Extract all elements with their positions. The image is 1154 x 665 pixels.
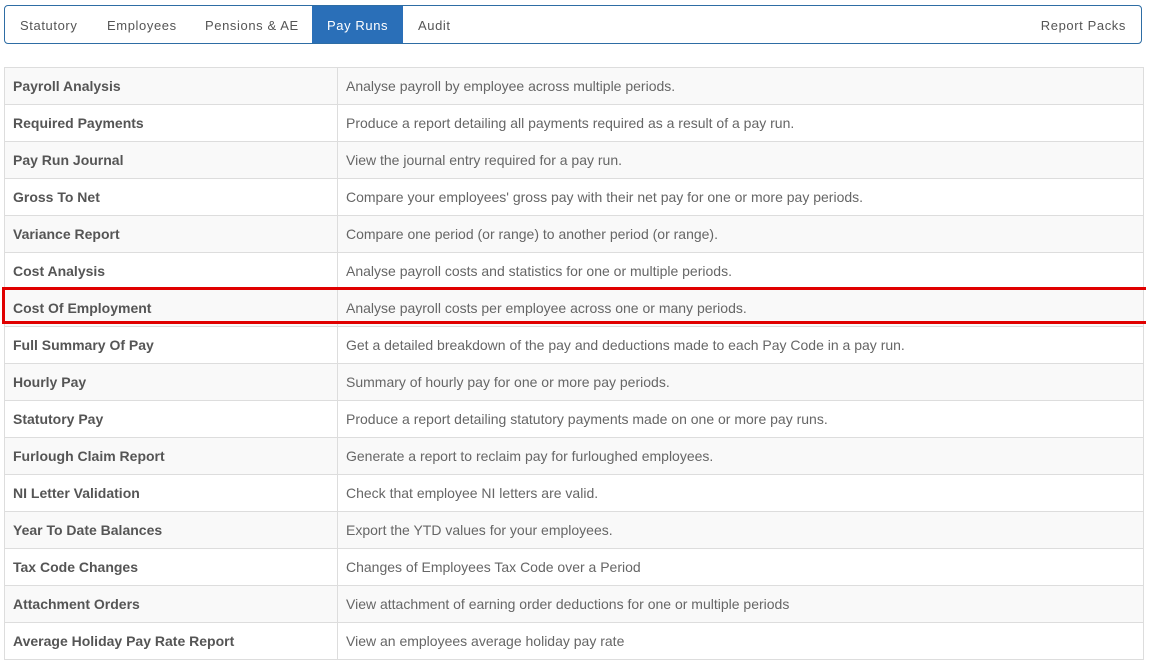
report-category-tabs: Statutory Employees Pensions & AE Pay Ru… bbox=[4, 5, 1142, 44]
tab-employees[interactable]: Employees bbox=[92, 6, 192, 43]
report-description: View attachment of earning order deducti… bbox=[337, 585, 1144, 623]
report-name[interactable]: Full Summary Of Pay bbox=[4, 326, 338, 364]
report-description: Summary of hourly pay for one or more pa… bbox=[337, 363, 1144, 401]
report-description: View an employees average holiday pay ra… bbox=[337, 622, 1144, 660]
table-row[interactable]: Average Holiday Pay Rate Report View an … bbox=[4, 622, 1144, 660]
tab-statutory[interactable]: Statutory bbox=[5, 6, 92, 43]
table-row[interactable]: NI Letter Validation Check that employee… bbox=[4, 474, 1144, 512]
report-description: Analyse payroll costs per employee acros… bbox=[337, 289, 1144, 327]
report-name[interactable]: Pay Run Journal bbox=[4, 141, 338, 179]
report-description: Compare your employees' gross pay with t… bbox=[337, 178, 1144, 216]
table-row[interactable]: Payroll Analysis Analyse payroll by empl… bbox=[4, 67, 1144, 105]
table-row[interactable]: Tax Code Changes Changes of Employees Ta… bbox=[4, 548, 1144, 586]
report-name[interactable]: NI Letter Validation bbox=[4, 474, 338, 512]
report-name[interactable]: Cost Of Employment bbox=[4, 289, 338, 327]
report-name[interactable]: Attachment Orders bbox=[4, 585, 338, 623]
report-name[interactable]: Hourly Pay bbox=[4, 363, 338, 401]
table-row[interactable]: Required Payments Produce a report detai… bbox=[4, 104, 1144, 142]
report-name[interactable]: Required Payments bbox=[4, 104, 338, 142]
tab-pensions-ae[interactable]: Pensions & AE bbox=[190, 6, 314, 43]
report-description: Get a detailed breakdown of the pay and … bbox=[337, 326, 1144, 364]
report-name[interactable]: Gross To Net bbox=[4, 178, 338, 216]
table-row[interactable]: Gross To Net Compare your employees' gro… bbox=[4, 178, 1144, 216]
table-row[interactable]: Year To Date Balances Export the YTD val… bbox=[4, 511, 1144, 549]
reports-table: Payroll Analysis Analyse payroll by empl… bbox=[4, 67, 1144, 660]
report-description: Changes of Employees Tax Code over a Per… bbox=[337, 548, 1144, 586]
table-row[interactable]: Variance Report Compare one period (or r… bbox=[4, 215, 1144, 253]
report-name[interactable]: Tax Code Changes bbox=[4, 548, 338, 586]
report-description: Generate a report to reclaim pay for fur… bbox=[337, 437, 1144, 475]
report-name[interactable]: Average Holiday Pay Rate Report bbox=[4, 622, 338, 660]
table-row[interactable]: Pay Run Journal View the journal entry r… bbox=[4, 141, 1144, 179]
table-row[interactable]: Full Summary Of Pay Get a detailed break… bbox=[4, 326, 1144, 364]
report-name[interactable]: Statutory Pay bbox=[4, 400, 338, 438]
scroll-gutter bbox=[1146, 0, 1154, 665]
table-row[interactable]: Hourly Pay Summary of hourly pay for one… bbox=[4, 363, 1144, 401]
table-row[interactable]: Cost Analysis Analyse payroll costs and … bbox=[4, 252, 1144, 290]
report-name[interactable]: Cost Analysis bbox=[4, 252, 338, 290]
report-name[interactable]: Furlough Claim Report bbox=[4, 437, 338, 475]
report-description: Export the YTD values for your employees… bbox=[337, 511, 1144, 549]
tab-pay-runs[interactable]: Pay Runs bbox=[312, 6, 404, 43]
report-name[interactable]: Payroll Analysis bbox=[4, 67, 338, 105]
table-row[interactable]: Attachment Orders View attachment of ear… bbox=[4, 585, 1144, 623]
report-description: Analyse payroll costs and statistics for… bbox=[337, 252, 1144, 290]
report-description: Produce a report detailing all payments … bbox=[337, 104, 1144, 142]
report-description: View the journal entry required for a pa… bbox=[337, 141, 1144, 179]
tab-audit[interactable]: Audit bbox=[403, 6, 466, 43]
table-row[interactable]: Furlough Claim Report Generate a report … bbox=[4, 437, 1144, 475]
report-description: Analyse payroll by employee across multi… bbox=[337, 67, 1144, 105]
table-row[interactable]: Statutory Pay Produce a report detailing… bbox=[4, 400, 1144, 438]
report-description: Compare one period (or range) to another… bbox=[337, 215, 1144, 253]
report-name[interactable]: Variance Report bbox=[4, 215, 338, 253]
report-description: Check that employee NI letters are valid… bbox=[337, 474, 1144, 512]
report-packs-link[interactable]: Report Packs bbox=[1026, 6, 1141, 43]
table-row[interactable]: Cost Of Employment Analyse payroll costs… bbox=[4, 289, 1144, 327]
report-description: Produce a report detailing statutory pay… bbox=[337, 400, 1144, 438]
report-name[interactable]: Year To Date Balances bbox=[4, 511, 338, 549]
